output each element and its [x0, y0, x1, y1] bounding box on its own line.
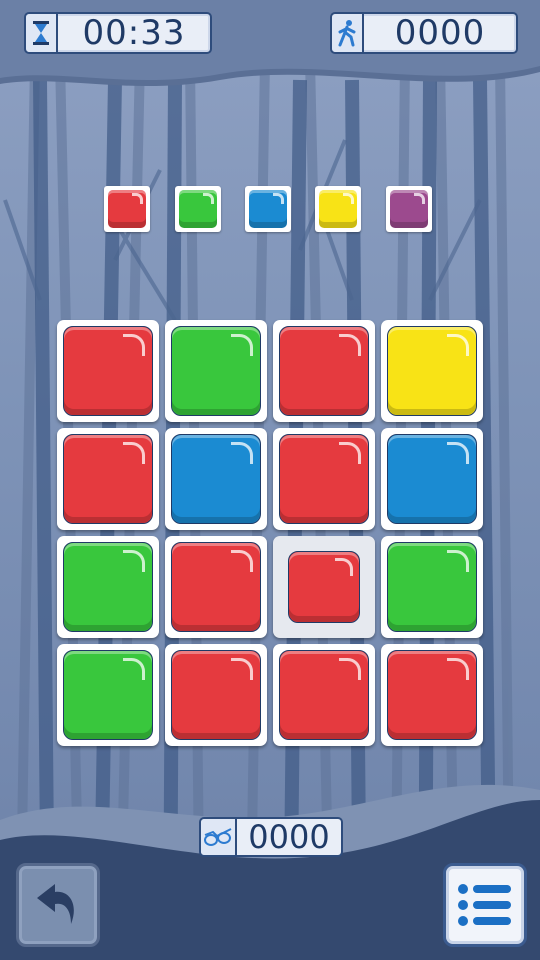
tile-r1-c4-yellow[interactable] — [381, 320, 483, 422]
green-gem — [171, 326, 261, 416]
tile-r4-c3-red[interactable] — [273, 644, 375, 746]
red-gem — [279, 650, 369, 740]
red-gem — [63, 326, 153, 416]
tile-r3-c3-red[interactable] — [273, 536, 375, 638]
tile-r1-c1-red[interactable] — [57, 320, 159, 422]
moves-value: 0000 — [394, 13, 486, 53]
tile-r4-c1-green[interactable] — [57, 644, 159, 746]
tile-r2-c4-blue[interactable] — [381, 428, 483, 530]
red-gem — [63, 434, 153, 524]
walking-person-icon — [332, 14, 364, 52]
red-gem — [387, 650, 477, 740]
tile-r3-c1-green[interactable] — [57, 536, 159, 638]
palette-swatch-yellow — [315, 186, 361, 232]
undo-button[interactable] — [16, 863, 100, 947]
tile-r4-c2-red[interactable] — [165, 644, 267, 746]
green-gem — [63, 650, 153, 740]
tile-r3-c2-red[interactable] — [165, 536, 267, 638]
menu-list-icon — [458, 884, 511, 926]
tile-r1-c3-red[interactable] — [273, 320, 375, 422]
tile-r3-c4-green[interactable] — [381, 536, 483, 638]
timer-display: 00:33 — [24, 12, 212, 54]
tile-r4-c4-red[interactable] — [381, 644, 483, 746]
moves-counter: 0000 — [330, 12, 518, 54]
tile-r1-c2-green[interactable] — [165, 320, 267, 422]
palette-swatch-red — [104, 186, 150, 232]
blue-gem — [171, 434, 261, 524]
undo-icon — [37, 884, 74, 924]
red-gem — [171, 542, 261, 632]
hourglass-icon — [26, 14, 58, 52]
tile-r2-c3-red[interactable] — [273, 428, 375, 530]
hints-counter: 0000 — [199, 817, 343, 857]
red-gem — [171, 650, 261, 740]
palette-swatch-blue — [245, 186, 291, 232]
palette-swatch-purple — [386, 186, 432, 232]
blue-gem — [387, 434, 477, 524]
green-gem — [387, 542, 477, 632]
red-gem — [279, 434, 369, 524]
tile-r2-c2-blue[interactable] — [165, 428, 267, 530]
tile-r2-c1-red[interactable] — [57, 428, 159, 530]
red-gem — [288, 551, 360, 623]
green-gem — [63, 542, 153, 632]
menu-button[interactable] — [443, 863, 527, 947]
hints-value: 0000 — [248, 818, 330, 856]
red-gem — [279, 326, 369, 416]
glasses-icon — [201, 819, 237, 855]
yellow-gem — [387, 326, 477, 416]
palette-swatch-green — [175, 186, 221, 232]
timer-value: 00:33 — [82, 13, 186, 53]
